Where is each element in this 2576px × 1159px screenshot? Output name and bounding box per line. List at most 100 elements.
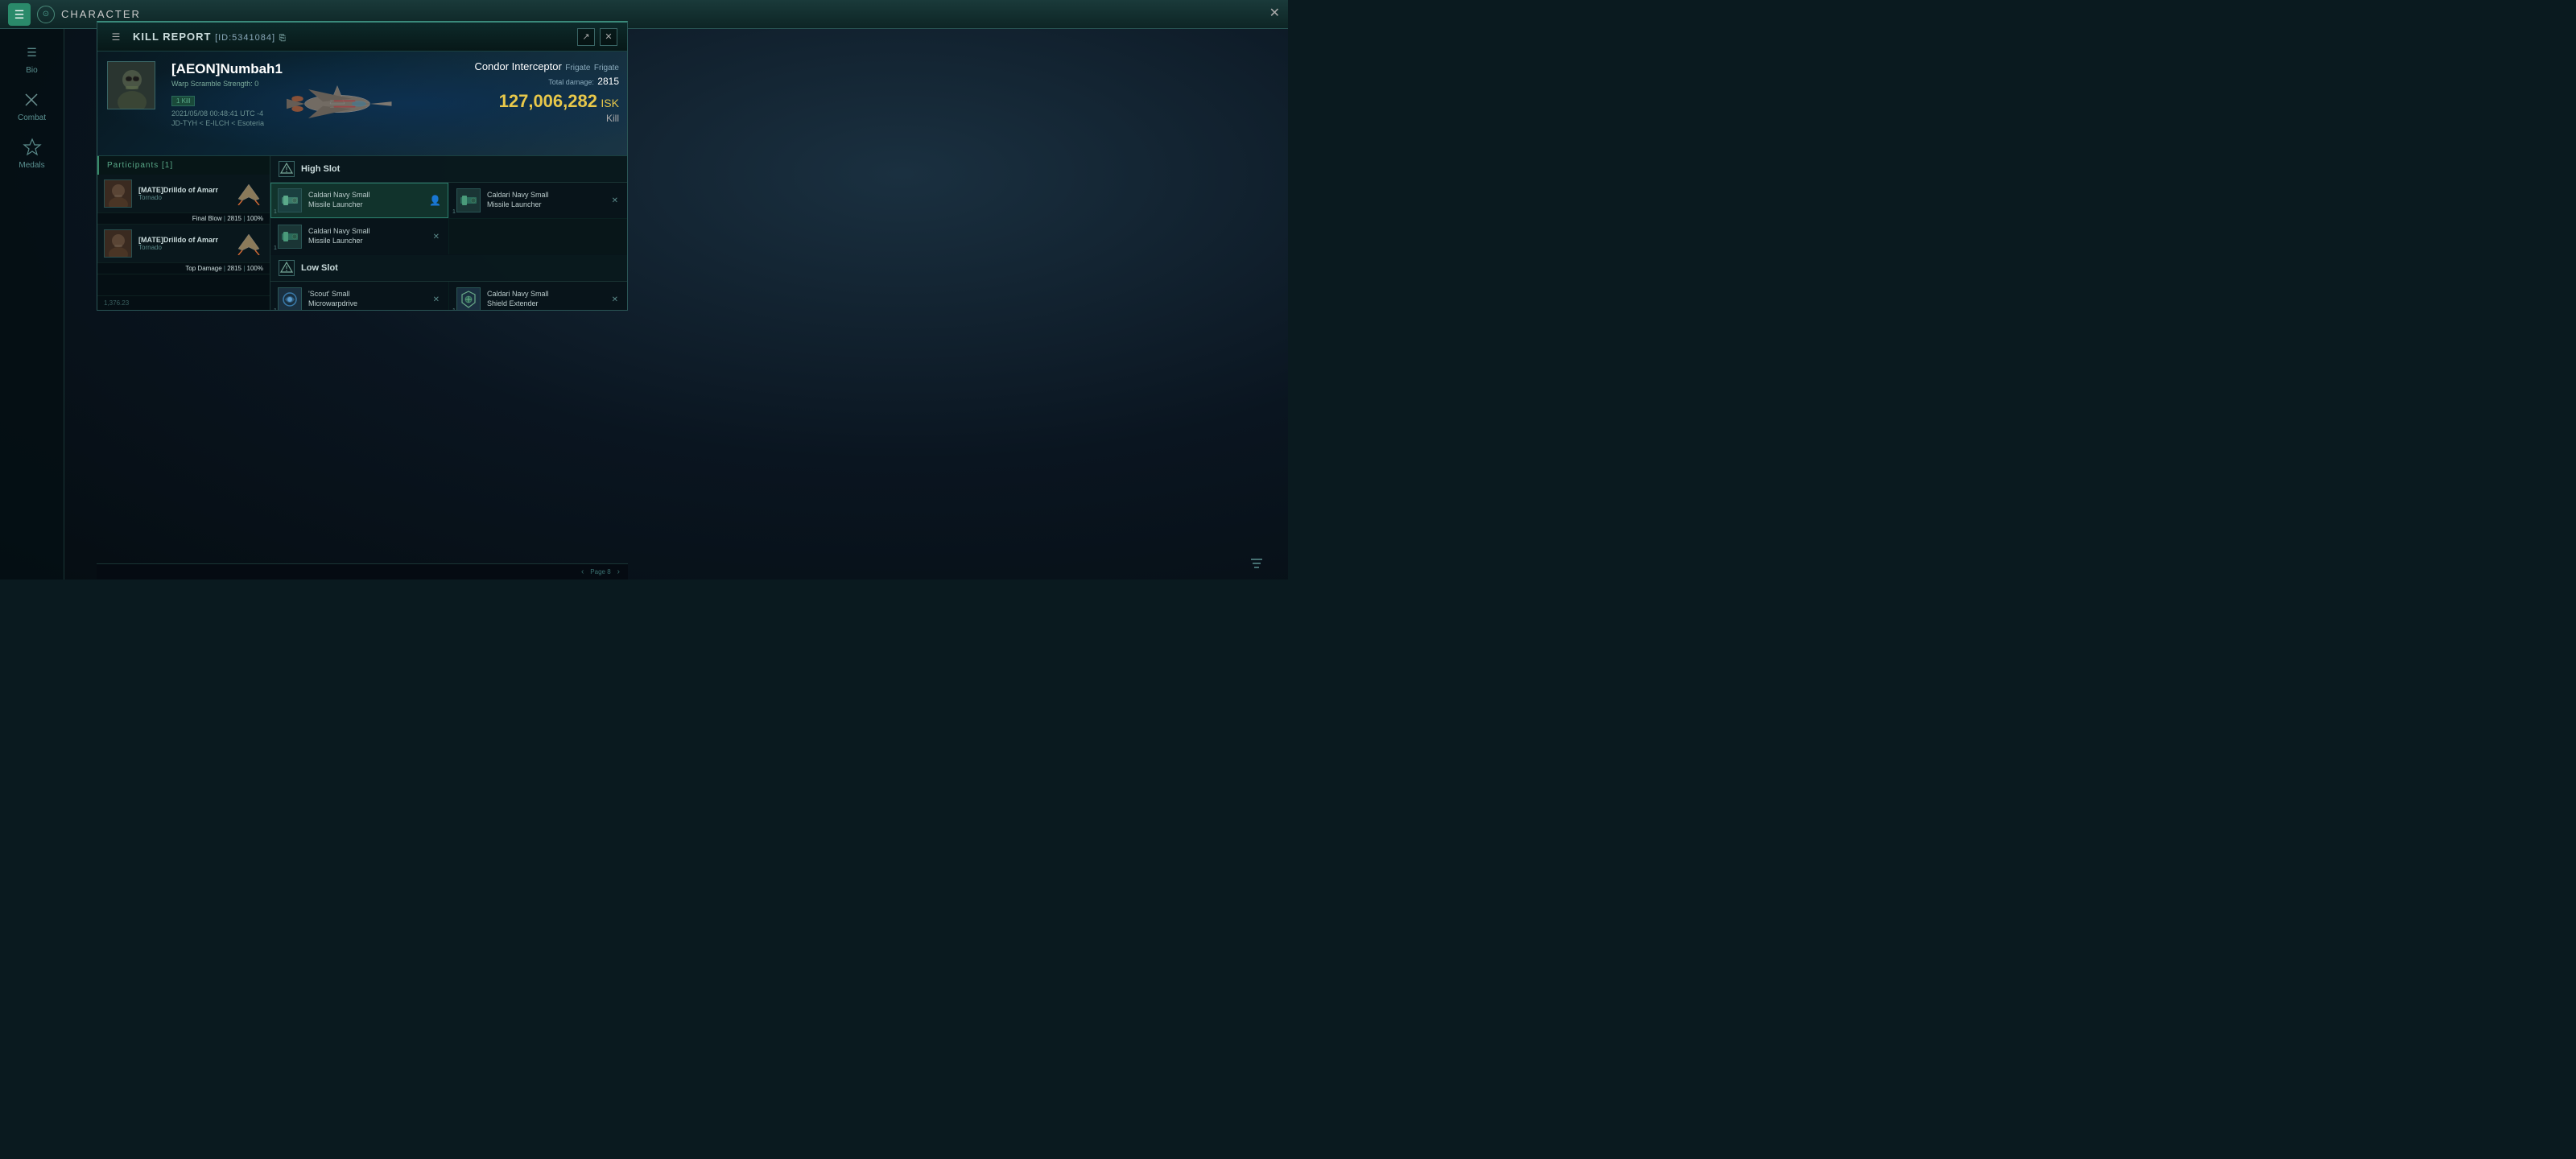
close-icon-l2: ✕ [610, 294, 620, 306]
final-blow-label: Final Blow [192, 215, 222, 222]
modal-menu-button[interactable]: ☰ [107, 28, 125, 46]
participant-stats-1: Final Blow | 2815 | 100% [97, 213, 270, 225]
filter-button[interactable] [1249, 556, 1264, 573]
bio-icon: ☰ [20, 40, 44, 64]
participant-name-1: [MATE]Drilldo of Amarr [138, 186, 229, 194]
participant-name-2: [MATE]Drilldo of Amarr [138, 236, 229, 244]
participant-ship-icon-2 [235, 232, 263, 256]
participant-info-2: [MATE]Drilldo of Amarr Tornado [138, 236, 229, 251]
slot-number-l1: 1 [274, 308, 277, 310]
percent-1: 100% [247, 215, 263, 222]
ship-type: Condor Interceptor [474, 60, 561, 72]
high-slot-item-3[interactable]: 1 Caldari Navy SmallMissile Launcher ✕ [270, 219, 448, 254]
character-icon: ⊙ [37, 6, 55, 23]
participant-info-1: [MATE]Drilldo of Amarr Tornado [138, 186, 229, 201]
high-slot-empty [449, 219, 627, 254]
menu-button[interactable]: ☰ [8, 3, 31, 26]
high-slot-label: High Slot [301, 164, 340, 174]
page-title: CHARACTER [61, 8, 141, 20]
slot-icon-h2 [456, 188, 481, 212]
kill-report-modal: ☰ KILL REPORT [ID:5341084] ⎘ ↗ ✕ [97, 21, 628, 311]
slot-number-h2: 1 [452, 209, 456, 215]
slot-icon-l1 [278, 287, 302, 310]
content-area: Participants [1] [MATE]Drilldo of Amarr … [97, 156, 627, 310]
medals-icon [20, 135, 44, 159]
sidebar-item-bio[interactable]: ☰ Bio [17, 37, 47, 78]
slot-number-h3: 1 [274, 245, 277, 251]
modal-close-button[interactable]: ✕ [600, 28, 617, 46]
slot-name-h3: Caldari Navy SmallMissile Launcher [308, 227, 425, 245]
slot-icon-h1 [278, 188, 302, 212]
participant-stats-2: Top Damage | 2815 | 100% [97, 263, 270, 274]
sidebar-item-medals[interactable]: Medals [15, 132, 47, 173]
high-slot-header: High Slot [270, 156, 627, 183]
vitruvian-icon: ⊙ [43, 10, 49, 19]
bottom-bar: ‹ Page 8 › [97, 563, 628, 580]
high-slot-icon [279, 161, 295, 177]
modal-header: ☰ KILL REPORT [ID:5341084] ⎘ ↗ ✕ [97, 23, 627, 52]
prev-arrow[interactable]: ‹ [581, 567, 584, 576]
close-icon-l1: ✕ [431, 294, 441, 306]
high-slot-item-1[interactable]: 1 Caldari Navy SmallMissile Launcher 👤 [270, 183, 448, 218]
participants-header: Participants [1] [97, 156, 270, 175]
slot-name-l2: Caldari Navy SmallShield Extender [487, 290, 604, 308]
close-icon-h2: ✕ [610, 195, 620, 207]
close-icon-h3: ✕ [431, 231, 441, 243]
participant-ship-icon-1 [235, 182, 263, 206]
sidebar-item-combat[interactable]: Combat [14, 85, 49, 126]
slot-icon-h3 [278, 225, 302, 249]
participant-item-1[interactable]: [MATE]Drilldo of Amarr Tornado [97, 175, 270, 213]
isk-value: 127,006,282 [499, 91, 597, 111]
slot-number-l2: 1 [452, 308, 456, 310]
damage-1: 2815 [227, 215, 242, 222]
sidebar-combat-label: Combat [18, 113, 46, 122]
ship-class: Frigate [565, 64, 590, 72]
combat-icon [19, 88, 43, 112]
slot-icon-l2 [456, 287, 481, 310]
page-info: Page 8 [590, 568, 610, 575]
sidebar-medals-label: Medals [19, 161, 44, 170]
left-sidebar: ☰ Bio Combat Medals [0, 29, 64, 580]
low-slot-label: Low Slot [301, 263, 338, 273]
participant-item-2[interactable]: [MATE]Drilldo of Amarr Tornado [97, 225, 270, 263]
high-slot-item-2[interactable]: 1 Caldari Navy SmallMissile Launcher ✕ [449, 183, 627, 218]
high-slot-grid: 1 Caldari Navy SmallMissile Launcher 👤 [270, 183, 627, 254]
victim-kill-badge: 1 Kill [171, 96, 195, 106]
victim-avatar [107, 61, 155, 109]
modal-id: [ID:5341084] [215, 33, 275, 43]
participant-ship-1: Tornado [138, 194, 229, 201]
export-button[interactable]: ↗ [577, 28, 595, 46]
kill-result: Kill [606, 113, 619, 124]
slots-panel: High Slot 1 Caldari Navy SmallMi [270, 156, 627, 310]
copy-icon: ⎘ [279, 34, 287, 43]
damage-2: 2815 [227, 265, 242, 272]
slot-name-h2: Caldari Navy SmallMissile Launcher [487, 191, 604, 209]
participants-panel: Participants [1] [MATE]Drilldo of Amarr … [97, 156, 270, 310]
kill-stats: Condor Interceptor Frigate Frigate Total… [474, 60, 619, 126]
modal-title: KILL REPORT [ID:5341084] ⎘ [133, 31, 287, 43]
participant-avatar-2 [104, 229, 132, 258]
participant-ship-2: Tornado [138, 244, 229, 251]
percent-2: 100% [247, 265, 263, 272]
slot-number-h1: 1 [274, 209, 277, 215]
low-slot-icon [279, 260, 295, 276]
total-damage-value: 2815 [597, 76, 619, 87]
participant-avatar-1 [104, 179, 132, 208]
person-icon-h1: 👤 [429, 195, 441, 206]
menu-icon: ☰ [14, 9, 25, 20]
isk-label: ISK [601, 97, 619, 109]
low-slot-grid: 1 'Scout' SmallMicrowarpdrive ✕ 1 [270, 282, 627, 310]
modal-actions: ↗ ✕ [577, 28, 617, 46]
ship-image [249, 52, 426, 156]
next-arrow[interactable]: › [617, 567, 620, 576]
low-slot-header: Low Slot [270, 255, 627, 282]
slot-name-l1: 'Scout' SmallMicrowarpdrive [308, 290, 425, 308]
low-slot-item-2[interactable]: 1 Caldari Navy SmallShield Extender ✕ [449, 282, 627, 310]
bottom-value: 1,376.23 [104, 299, 129, 307]
slot-name-h1: Caldari Navy SmallMissile Launcher [308, 191, 423, 209]
total-damage-label: Total damage: [548, 78, 594, 86]
close-button[interactable]: ✕ [1269, 5, 1280, 21]
victim-section: [AEON]Numbah1 Warp Scramble Strength: 0 … [97, 52, 627, 156]
ship-class-label: Frigate [594, 64, 619, 72]
low-slot-item-1[interactable]: 1 'Scout' SmallMicrowarpdrive ✕ [270, 282, 448, 310]
